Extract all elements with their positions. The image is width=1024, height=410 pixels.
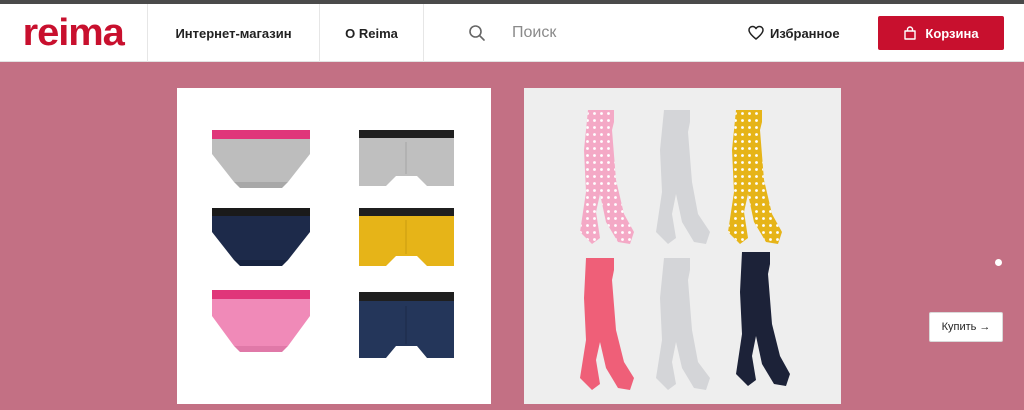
tights-product-image[interactable] — [524, 88, 841, 404]
pink-polka-dot-tights — [580, 110, 634, 244]
heart-icon — [748, 25, 764, 40]
reima-logo[interactable]: reima — [0, 4, 148, 62]
site-header: reima Интернет-магазин О Reima Избранное… — [0, 0, 1024, 62]
navy-boxer — [359, 292, 454, 358]
navy-briefs — [212, 208, 310, 266]
light-gray-tights-top — [656, 110, 710, 244]
nav-online-shop[interactable]: Интернет-магазин — [148, 4, 320, 62]
buy-button[interactable]: Купить → — [929, 312, 1003, 342]
search-input[interactable] — [512, 20, 712, 46]
favorites-link[interactable]: Избранное — [748, 4, 840, 62]
gray-boxer-black-band — [359, 130, 454, 186]
slider-dot[interactable] — [995, 259, 1002, 266]
gray-briefs-pink-band — [212, 130, 310, 188]
light-gray-tights-bottom — [656, 258, 710, 390]
tights-illustration — [580, 110, 790, 390]
shopping-bag-icon — [904, 26, 917, 40]
cart-button[interactable]: Корзина — [878, 16, 1004, 50]
underwear-product-image[interactable] — [177, 88, 491, 404]
coral-pink-tights — [580, 258, 634, 390]
nav-about-reima[interactable]: О Reima — [320, 4, 424, 62]
cart-label: Корзина — [925, 25, 979, 41]
yellow-boxer — [359, 208, 454, 266]
search-bar — [424, 4, 724, 62]
yellow-polka-dot-tights — [728, 110, 782, 244]
pink-briefs — [212, 290, 310, 352]
logo-text: reima — [22, 12, 125, 54]
search-icon[interactable] — [468, 24, 486, 42]
navy-tights — [736, 252, 790, 386]
underwear-illustration — [212, 130, 454, 358]
buy-label: Купить → — [941, 321, 991, 333]
favorites-label: Избранное — [770, 25, 840, 41]
